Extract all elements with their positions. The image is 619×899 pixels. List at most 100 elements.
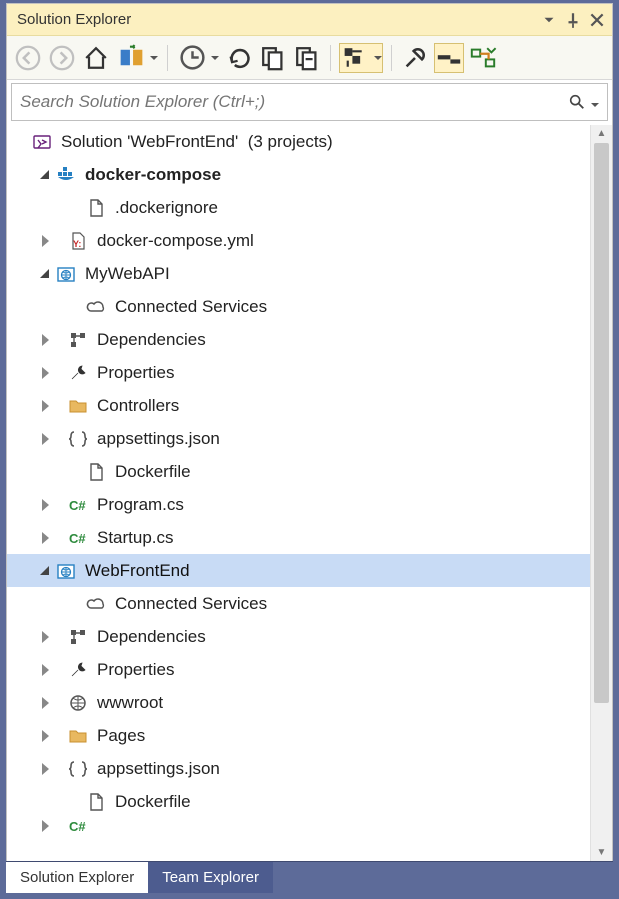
solution-icon [31, 131, 53, 153]
expand-arrow-icon[interactable] [37, 529, 55, 547]
collapse-all-button[interactable] [292, 43, 322, 73]
node-connected-services[interactable]: Connected Services [7, 290, 590, 323]
expand-arrow-icon[interactable] [37, 562, 55, 580]
tree-label: appsettings.json [97, 759, 220, 779]
scroll-thumb[interactable] [594, 143, 609, 703]
scroll-down-icon[interactable]: ▼ [591, 844, 612, 861]
csharp-file-icon: C# [67, 494, 89, 516]
tree-label: Properties [97, 660, 174, 680]
blank [67, 199, 85, 217]
expand-arrow-icon[interactable] [37, 628, 55, 646]
toolbar-separator [167, 45, 168, 71]
project-mywebapi[interactable]: MyWebAPI [7, 257, 590, 290]
expand-arrow-icon[interactable] [37, 818, 55, 834]
tab-team-explorer[interactable]: Team Explorer [148, 862, 273, 893]
web-project-icon [55, 263, 77, 285]
expand-arrow-icon[interactable] [37, 364, 55, 382]
folder-wwwroot[interactable]: wwwroot [7, 686, 590, 719]
yaml-file-icon: Y: [67, 230, 89, 252]
web-project-icon [55, 560, 77, 582]
folder-controllers[interactable]: Controllers [7, 389, 590, 422]
close-icon[interactable] [588, 11, 606, 29]
toolbar [7, 36, 612, 80]
expand-arrow-icon[interactable] [37, 232, 55, 250]
node-properties[interactable]: Properties [7, 356, 590, 389]
tree-container: Solution 'WebFrontEnd' (3 projects) dock… [7, 125, 612, 861]
node-properties[interactable]: Properties [7, 653, 590, 686]
docker-project-icon [55, 164, 77, 186]
tree-label: MyWebAPI [85, 264, 170, 284]
toolbar-separator [330, 45, 331, 71]
dependencies-icon [67, 626, 89, 648]
chevron-down-icon [588, 94, 599, 110]
blank [67, 793, 85, 811]
search-button[interactable] [564, 93, 603, 111]
expand-arrow-icon[interactable] [37, 760, 55, 778]
project-webfrontend[interactable]: WebFrontEnd [7, 554, 590, 587]
tree-label: Dockerfile [115, 792, 191, 812]
search-icon [568, 93, 586, 111]
tree-label: appsettings.json [97, 429, 220, 449]
pin-icon[interactable] [564, 11, 582, 29]
tree-label: docker-compose [85, 165, 221, 185]
tree-label: WebFrontEnd [85, 561, 190, 581]
json-file-icon [67, 428, 89, 450]
svg-text:C#: C# [69, 531, 86, 546]
file-appsettings-json[interactable]: appsettings.json [7, 422, 590, 455]
node-dependencies[interactable]: Dependencies [7, 620, 590, 653]
tree-view[interactable]: Solution 'WebFrontEnd' (3 projects) dock… [7, 125, 590, 861]
forward-button[interactable] [47, 43, 77, 73]
node-connected-services[interactable]: Connected Services [7, 587, 590, 620]
expand-arrow-icon[interactable] [37, 166, 55, 184]
vertical-scrollbar[interactable]: ▲ ▼ [590, 125, 612, 861]
properties-button[interactable] [400, 43, 430, 73]
project-docker-compose[interactable]: docker-compose [7, 158, 590, 191]
solution-label: Solution 'WebFrontEnd' (3 projects) [61, 132, 333, 152]
file-program-cs[interactable]: C# Program.cs [7, 488, 590, 521]
preview-selected-items-button[interactable] [434, 43, 464, 73]
svg-text:C#: C# [69, 819, 86, 834]
expand-arrow-icon[interactable] [37, 661, 55, 679]
view-class-diagram-button[interactable] [468, 43, 498, 73]
expand-arrow-icon[interactable] [37, 727, 55, 745]
file-dockerfile[interactable]: Dockerfile [7, 455, 590, 488]
solution-node[interactable]: Solution 'WebFrontEnd' (3 projects) [7, 125, 590, 158]
expand-arrow-icon[interactable] [37, 397, 55, 415]
svg-text:Y:: Y: [73, 239, 81, 249]
expand-arrow-icon[interactable] [37, 694, 55, 712]
expand-arrow-icon[interactable] [37, 430, 55, 448]
folder-icon [67, 395, 89, 417]
back-button[interactable] [13, 43, 43, 73]
expand-arrow-icon[interactable] [37, 496, 55, 514]
pending-changes-filter-dropdown[interactable] [176, 43, 220, 73]
bottom-tab-strip: Solution Explorer Team Explorer [6, 861, 613, 893]
expand-arrow-icon[interactable] [37, 331, 55, 349]
home-button[interactable] [81, 43, 111, 73]
solution-explorer-panel: Solution Explorer [6, 3, 613, 893]
switch-views-dropdown[interactable] [115, 43, 159, 73]
panel-title: Solution Explorer [17, 11, 540, 28]
tree-label: Program.cs [97, 495, 184, 515]
search-bar[interactable] [11, 83, 608, 121]
file-dockerignore[interactable]: .dockerignore [7, 191, 590, 224]
show-all-files-dropdown[interactable] [339, 43, 383, 73]
file-appsettings-json[interactable]: appsettings.json [7, 752, 590, 785]
tree-label: Controllers [97, 396, 179, 416]
tree-label: Startup.cs [97, 528, 174, 548]
tab-solution-explorer[interactable]: Solution Explorer [6, 862, 148, 893]
file-partial-cutoff[interactable]: C# [7, 818, 590, 834]
sync-active-document-button[interactable] [224, 43, 254, 73]
dependencies-icon [67, 329, 89, 351]
scroll-up-icon[interactable]: ▲ [591, 125, 612, 142]
cloud-icon [85, 296, 107, 318]
window-position-dropdown-icon[interactable] [540, 11, 558, 29]
panel-titlebar[interactable]: Solution Explorer [7, 4, 612, 36]
refresh-button[interactable] [258, 43, 288, 73]
file-startup-cs[interactable]: C# Startup.cs [7, 521, 590, 554]
node-dependencies[interactable]: Dependencies [7, 323, 590, 356]
file-dockerfile[interactable]: Dockerfile [7, 785, 590, 818]
search-input[interactable] [20, 92, 564, 112]
file-docker-compose-yml[interactable]: Y: docker-compose.yml [7, 224, 590, 257]
expand-arrow-icon[interactable] [37, 265, 55, 283]
folder-pages[interactable]: Pages [7, 719, 590, 752]
